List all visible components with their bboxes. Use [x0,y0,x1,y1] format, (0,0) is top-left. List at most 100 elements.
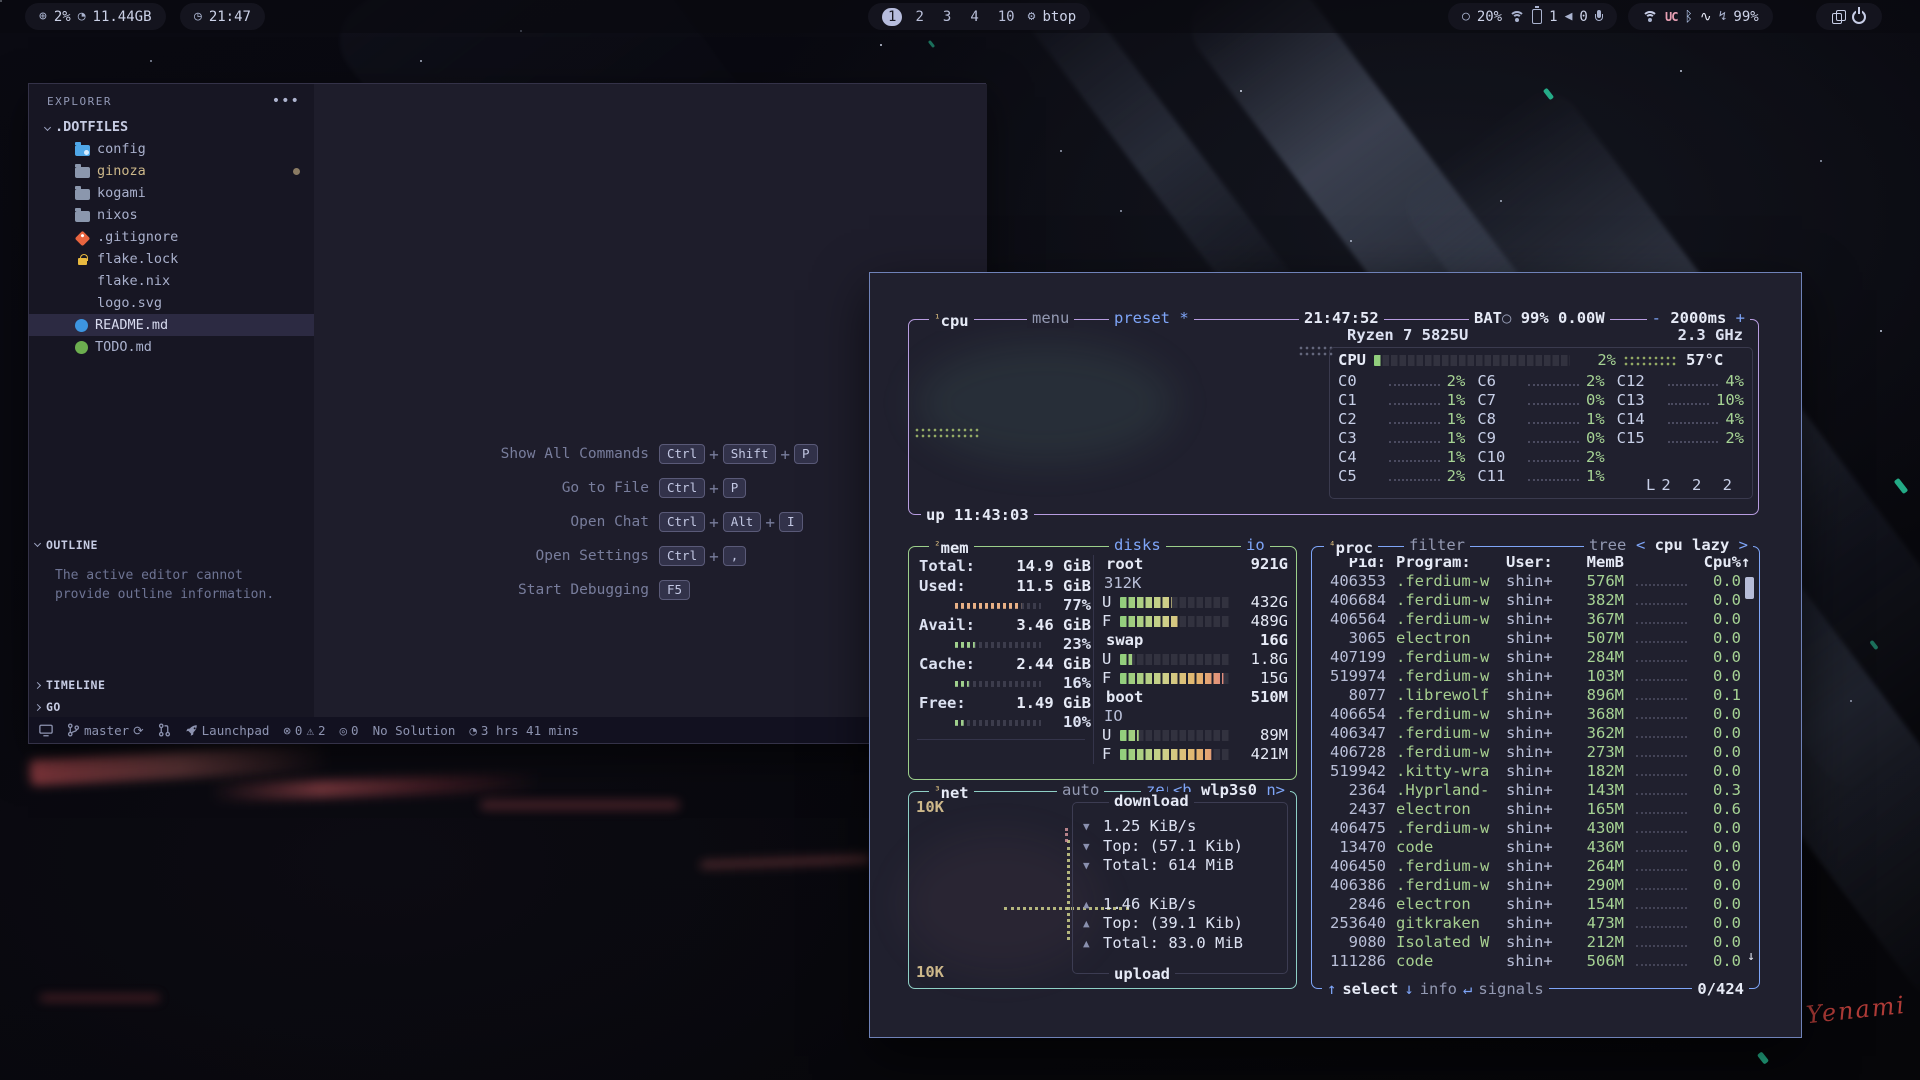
core-row: C3 1% [1338,429,1465,448]
net-auto-button[interactable]: auto [1057,781,1104,800]
process-row[interactable]: 406684 .ferdium-w shin+ 382M 0.0 [1312,591,1759,610]
mem-meter [955,681,1041,687]
process-row[interactable]: 406450 .ferdium-w shin+ 264M 0.0 [1312,857,1759,876]
explorer-item[interactable]: README.md [29,314,314,336]
explorer-item[interactable]: flake.nix [29,270,314,292]
idle-inhibitor-icon[interactable]: ○ [1462,9,1470,24]
core-row: C0 2% [1338,372,1465,391]
process-row[interactable]: 406728 .ferdium-w shin+ 273M 0.0 [1312,743,1759,762]
go-section-header[interactable]: GO [29,696,314,718]
menu-button[interactable]: menu [1027,309,1074,328]
uc-tray-icon[interactable]: UC [1665,10,1677,24]
workspace-button[interactable]: 2 [909,8,929,26]
process-row[interactable]: 406475 .ferdium-w shin+ 430M 0.0 [1312,819,1759,838]
process-row[interactable]: 406386 .ferdium-w shin+ 290M 0.0 [1312,876,1759,895]
workspace-button[interactable]: 10 [992,8,1021,26]
process-row[interactable]: 406353 .ferdium-w shin+ 576M 0.0 [1312,572,1759,591]
process-row[interactable]: 9080 Isolated W shin+ 212M 0.0 [1312,933,1759,952]
solution-status[interactable]: No Solution [373,723,456,738]
remote-window-button[interactable] [39,724,53,737]
mem-box-title[interactable]: ²mem [929,536,974,558]
scroll-down-icon[interactable]: ↓ [1747,947,1755,966]
outline-section-header[interactable]: OUTLINE [29,534,314,556]
session-pill [1816,3,1882,30]
clipboard-icon[interactable] [1832,10,1845,24]
charging-icon: ↯ [1719,9,1727,24]
workspace-button[interactable]: 1 [882,8,902,26]
file-icon [75,211,90,222]
ports-count: 0 [351,723,359,738]
ports-button[interactable]: ◎ 0 [340,723,359,738]
core-row: C7 0% [1477,391,1604,410]
proc-header-row[interactable]: Pid: Program: User: MemB Cpu% ↑ [1312,553,1759,572]
memory-stats: Total: 14.9 GiB Used: 11.5 GiB 77% Avail… [919,557,1091,733]
load-average: L2 2 2 [1646,476,1738,495]
process-row[interactable]: 406564 .ferdium-w shin+ 367M 0.0 [1312,610,1759,629]
explorer-item[interactable]: .gitignore [29,226,314,248]
net-scale-bottom: 10K [916,963,944,982]
process-row[interactable]: 253640 gitkraken shin+ 473M 0.0 [1312,914,1759,933]
tree-button[interactable]: tree [1584,536,1631,555]
proc-footer-controls[interactable]: ↑ select ↓ info ↵ signals [1322,980,1549,999]
indicators-pill[interactable]: ○ 20% 1 ◀ 0 [1448,3,1617,30]
workspace-button[interactable]: 4 [964,8,984,26]
explorer-item[interactable]: nixos [29,204,314,226]
process-row[interactable]: 519942 .kitty-wra shin+ 182M 0.0 [1312,762,1759,781]
teal-accent [1757,1051,1769,1064]
explorer-item[interactable]: config [29,138,314,160]
recording-indicator-icon[interactable]: ∿ [1700,9,1712,25]
city-lights [30,744,331,786]
launchpad-button[interactable]: Launchpad [185,723,270,738]
sort-control[interactable]: < cpu lazy > [1631,536,1753,555]
core-row: C5 2% [1338,467,1465,486]
power-icon[interactable] [1852,10,1866,24]
memory-box: ²mem disks io Total: 14.9 GiB Used: 11.5… [908,546,1297,780]
explorer-item[interactable]: flake.lock [29,248,314,270]
process-row[interactable]: 13470 code shin+ 436M 0.0 [1312,838,1759,857]
proc-scrollbar-thumb[interactable] [1745,577,1754,599]
explorer-item[interactable]: TODO.md [29,336,314,358]
timeline-section-header[interactable]: TIMELINE [29,674,314,696]
disks-toggle[interactable]: disks [1109,536,1166,555]
speaker-icon[interactable]: ◀ [1565,9,1573,24]
system-stats-pill[interactable]: ⊕ 2% ◔ 11.44GB [25,3,166,30]
explorer-item[interactable]: kogami [29,182,314,204]
process-row[interactable]: 3065 electron shin+ 507M 0.0 [1312,629,1759,648]
process-row[interactable]: 407199 .ferdium-w shin+ 284M 0.0 [1312,648,1759,667]
pull-request-button[interactable] [158,723,171,737]
process-row[interactable]: 111286 code shin+ 506M 0.0 [1312,952,1759,971]
preset-button[interactable]: preset * [1109,309,1194,328]
process-row[interactable]: 2364 .Hyprland- shin+ 143M 0.3 [1312,781,1759,800]
workspace-button[interactable]: 3 [937,8,957,26]
disk-size: 16G [1260,631,1288,650]
cpu-box-title[interactable]: ¹cpu [929,309,974,331]
proc-selection-count: 0/424 [1692,980,1749,999]
proc-box-title[interactable]: ⁴proc [1324,536,1378,558]
explorer-more-actions-icon[interactable]: ••• [272,93,300,109]
network-tray-icon[interactable] [1642,11,1658,23]
process-row[interactable]: 2437 electron shin+ 165M 0.6 [1312,800,1759,819]
core-row: C4 1% [1338,448,1465,467]
process-row[interactable]: 406654 .ferdium-w shin+ 368M 0.0 [1312,705,1759,724]
git-branch-button[interactable]: master ⟳ [67,723,144,738]
clock-pill[interactable]: ◷ 21:47 [180,3,265,30]
tray-pill[interactable]: UC ᛒ ∿ ↯ 99% [1628,3,1773,30]
process-row[interactable]: 519974 .ferdium-w shin+ 103M 0.0 [1312,667,1759,686]
tree-root-dotfiles[interactable]: .DOTFILES [29,116,314,138]
explorer-item[interactable]: ginoza [29,160,314,182]
problems-button[interactable]: ⊗ 0 ⚠ 2 [283,723,325,738]
io-toggle[interactable]: io [1241,536,1270,555]
microphone-icon[interactable] [1595,10,1603,24]
process-row[interactable]: 8077 .librewolf shin+ 896M 0.1 [1312,686,1759,705]
time-tracker[interactable]: ◔ 3 hrs 41 mins [469,723,578,738]
filter-button[interactable]: filter [1404,536,1470,555]
file-icon [75,189,90,200]
process-row[interactable]: 2846 electron shin+ 154M 0.0 [1312,895,1759,914]
bluetooth-icon[interactable]: ᛒ [1684,9,1692,25]
download-speed: 1.25 KiB/s [1103,817,1196,836]
process-row[interactable]: 406347 .ferdium-w shin+ 362M 0.0 [1312,724,1759,743]
explorer-item[interactable]: logo.svg [29,292,314,314]
error-count: 0 [295,723,303,738]
mem-entry: Cache: 2.44 GiB 16% [919,655,1091,694]
down-arrow-icon: ▼ [1083,856,1095,875]
